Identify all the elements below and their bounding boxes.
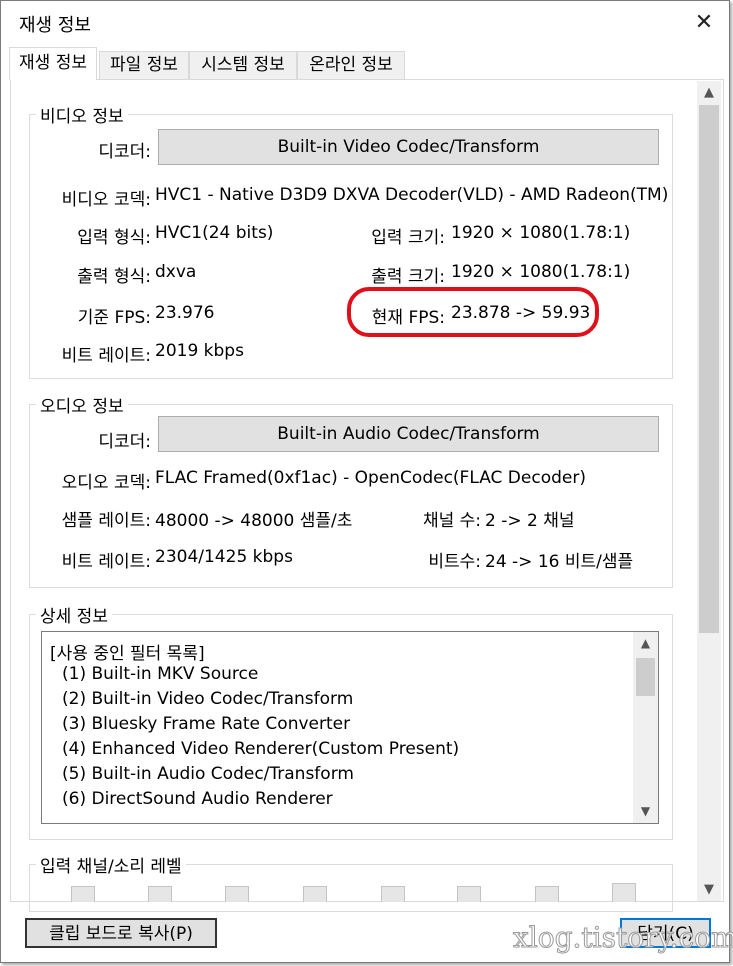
input-format-label: 입력 형식: [77,228,151,248]
chevron-down-icon[interactable]: ▼ [633,800,658,822]
tab-system-info[interactable]: 시스템 정보 [189,51,297,79]
list-scrollbar[interactable]: ▲ ▼ [633,632,658,823]
base-fps-value: 23.976 [155,303,215,323]
level-meter [148,886,172,902]
samplerate-label: 샘플 레이트: [61,511,151,531]
channels-value: 2 -> 2 채널 [485,511,575,531]
video-codec-label: 비디오 코덱: [61,190,151,210]
output-size-label: 출력 크기: [371,267,445,287]
level-meter [225,886,249,902]
chevron-up-icon[interactable]: ▲ [697,81,721,105]
audio-decoder-label: 디코더: [98,432,151,452]
tab-playback-info[interactable]: 재생 정보 [9,47,97,80]
level-meter [457,886,481,902]
output-size-value: 1920 × 1080(1.78:1) [451,262,631,282]
list-item: (6) DirectSound Audio Renderer [62,789,333,809]
level-meter [612,883,636,902]
list-scroll-thumb[interactable] [636,658,655,696]
audio-bitrate-label: 비트 레이트: [61,552,151,572]
levels-group-label: 입력 채널/소리 레벨 [40,857,182,877]
video-decoder-value: Built-in Video Codec/Transform [158,129,659,165]
audio-group-label: 오디오 정보 [40,397,124,417]
level-meter [303,886,327,902]
list-item: [사용 중인 필터 목록] [50,644,205,664]
panel-scrollbar[interactable]: ▲ ▼ [697,81,721,901]
base-fps-label: 기준 FPS: [77,308,151,328]
chevron-up-icon[interactable]: ▲ [633,632,658,654]
copy-to-clipboard-button[interactable]: 클립 보드로 복사(P) [25,918,217,948]
panel-scroll-thumb[interactable] [699,105,719,633]
bits-label: 비트수: [428,552,481,572]
video-decoder-label: 디코더: [98,142,151,162]
list-item: (4) Enhanced Video Renderer(Custom Prese… [62,739,460,759]
window-title: 재생 정보 [19,15,91,36]
list-item: (5) Built-in Audio Codec/Transform [62,764,354,784]
chevron-down-icon[interactable]: ▼ [697,878,721,902]
video-group-label: 비디오 정보 [40,107,124,127]
list-item: (3) Bluesky Frame Rate Converter [62,714,351,734]
playback-info-window: 재생 정보 ✕ 재생 정보 파일 정보 시스템 정보 온라인 정보 비디오 정보… [0,0,733,963]
list-item: (2) Built-in Video Codec/Transform [62,689,354,709]
audio-codec-value: FLAC Framed(0xf1ac) - OpenCodec(FLAC Dec… [155,468,586,488]
channels-label: 채널 수: [422,511,481,531]
output-format-value: dxva [155,262,197,282]
level-meter [535,886,559,902]
bits-value: 24 -> 16 비트/샘플 [485,552,634,572]
video-codec-value: HVC1 - Native D3D9 DXVA Decoder(VLD) - A… [155,185,669,205]
watermark: xlog.tistory.com [513,921,733,955]
video-bitrate-value: 2019 kbps [155,341,244,361]
current-fps-highlight [347,287,599,337]
tab-file-info[interactable]: 파일 정보 [99,51,189,79]
tab-online-info[interactable]: 온라인 정보 [297,51,405,79]
samplerate-value: 48000 -> 48000 샘플/초 [155,511,353,531]
audio-decoder-value: Built-in Audio Codec/Transform [158,416,659,452]
levels-group: 입력 채널/소리 레벨 [29,852,673,912]
input-size-value: 1920 × 1080(1.78:1) [451,223,631,243]
input-format-value: HVC1(24 bits) [155,223,274,243]
output-format-label: 출력 형식: [77,267,151,287]
level-meter [381,886,405,902]
filter-list[interactable]: [사용 중인 필터 목록] (1) Built-in MKV Source (2… [41,631,659,824]
close-icon[interactable]: ✕ [687,7,721,39]
details-group-label: 상세 정보 [40,607,108,627]
audio-codec-label: 오디오 코덱: [61,473,151,493]
input-size-label: 입력 크기: [371,228,445,248]
level-meter [71,886,95,902]
video-bitrate-label: 비트 레이트: [61,346,151,366]
title-bar: 재생 정보 ✕ [1,1,729,45]
list-item: (1) Built-in MKV Source [62,664,259,684]
audio-bitrate-value: 2304/1425 kbps [155,547,293,567]
